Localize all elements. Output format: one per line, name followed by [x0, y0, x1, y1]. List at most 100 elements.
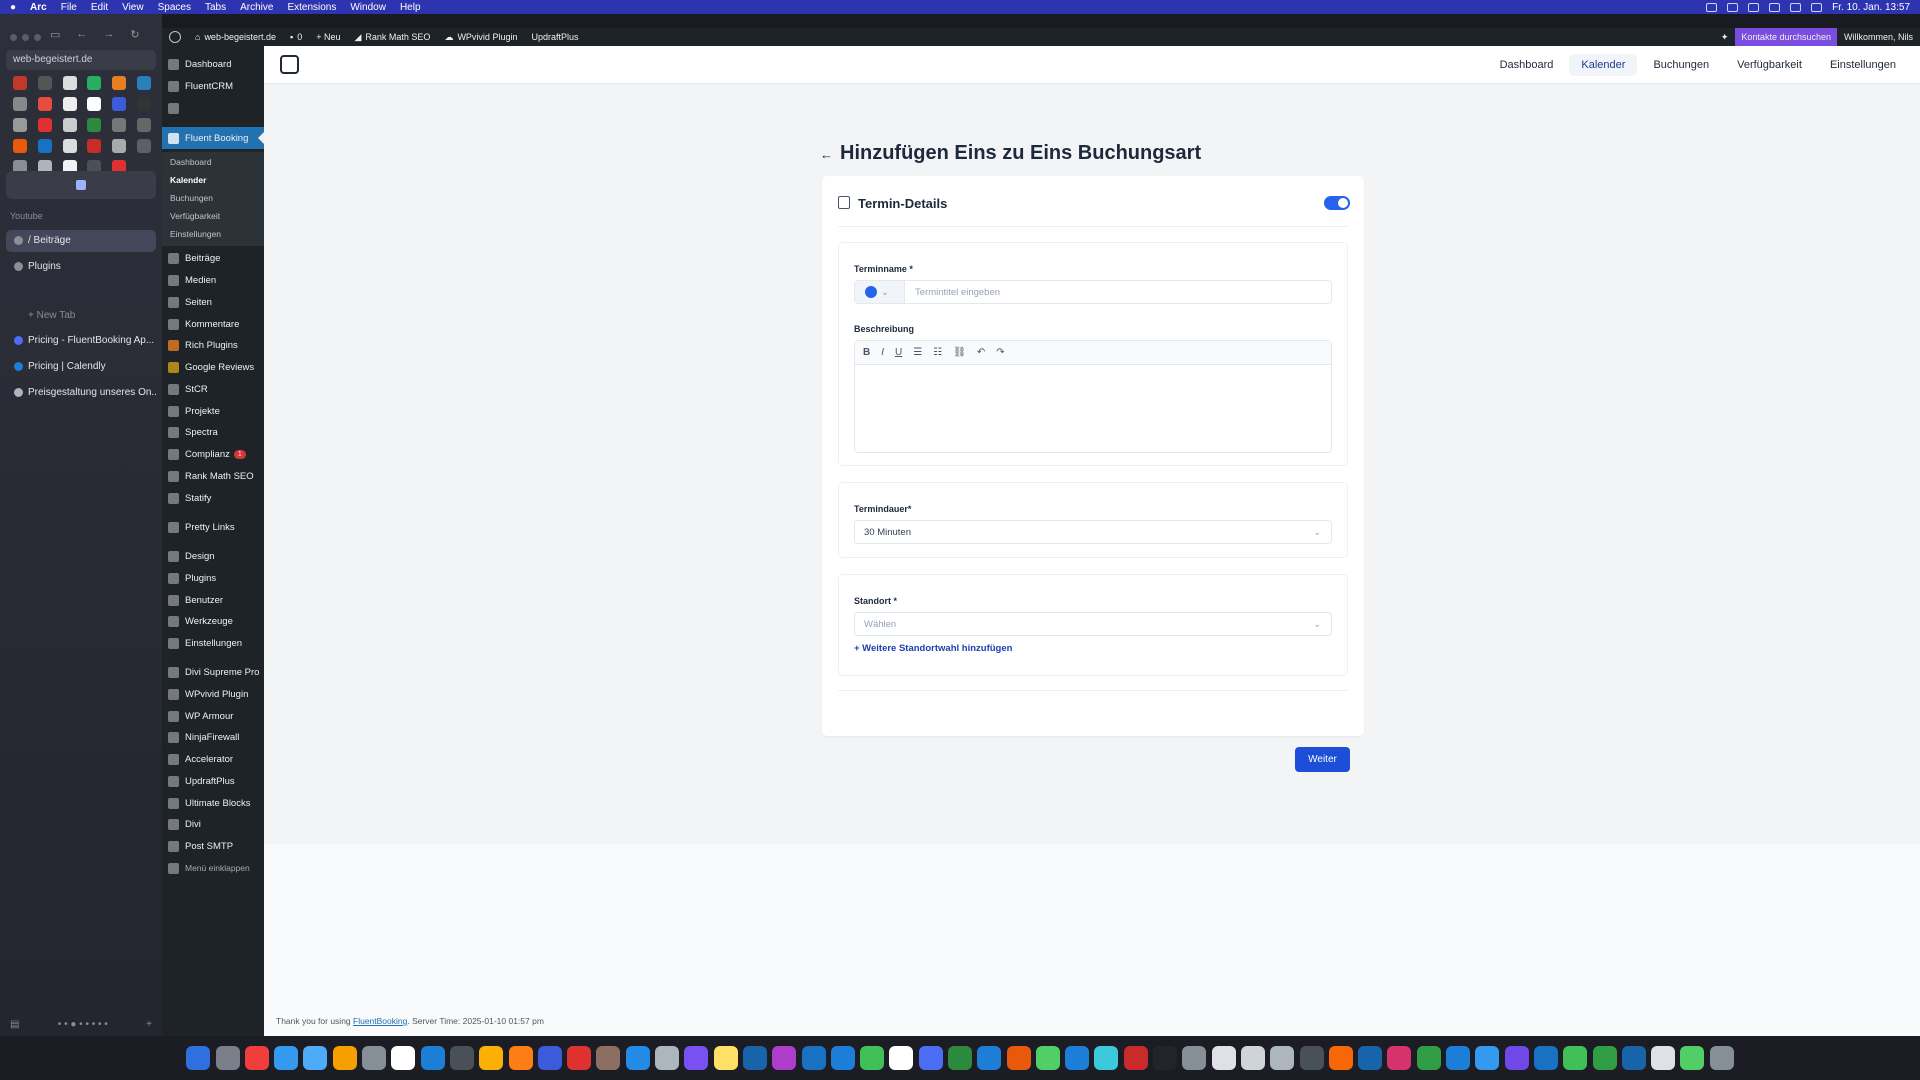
app-icon[interactable] [1065, 1046, 1090, 1070]
appstore-icon[interactable] [830, 1046, 855, 1070]
spotify-icon[interactable] [1592, 1046, 1617, 1070]
menu-complianz[interactable]: Complianz 1 [162, 445, 264, 463]
nav-buchungen[interactable]: Buchungen [1641, 54, 1721, 76]
nav-kalender[interactable]: Kalender [1569, 54, 1638, 76]
favicon-icon[interactable] [87, 97, 102, 111]
illustrator-icon[interactable] [1328, 1046, 1353, 1070]
status-icon[interactable] [1727, 2, 1739, 12]
menu-divi-icon[interactable] [162, 99, 264, 117]
menu-plugins[interactable]: Plugins [162, 569, 264, 587]
app-icon[interactable] [332, 1046, 357, 1070]
menu-beitraege[interactable]: Beiträge [162, 249, 264, 267]
app-icon[interactable] [1153, 1046, 1178, 1070]
app-icon[interactable] [860, 1046, 885, 1070]
next-button[interactable]: Weiter [1295, 747, 1350, 772]
sparkle-icon[interactable]: ✦ [1714, 32, 1736, 43]
menu-updraftplus[interactable]: UpdraftPlus [162, 772, 264, 790]
submenu-buchungen[interactable]: Buchungen [170, 193, 213, 203]
menu-help[interactable]: Help [400, 2, 421, 13]
app-icon[interactable] [1211, 1046, 1236, 1070]
favicon-icon[interactable] [13, 76, 28, 90]
favicon-icon[interactable] [13, 97, 28, 111]
sidebar-toggle-icon[interactable]: ▭ [50, 28, 60, 41]
app-icon[interactable] [1182, 1046, 1207, 1070]
favicon-icon[interactable] [111, 97, 126, 111]
tab-preisgestaltung[interactable]: Preisgestaltung unseres On... [6, 382, 156, 404]
app-icon[interactable] [1533, 1046, 1558, 1070]
comments-link[interactable]: ▪ 0 [283, 32, 309, 42]
nav-verfuegbarkeit[interactable]: Verfügbarkeit [1725, 54, 1814, 76]
nav-dashboard[interactable]: Dashboard [1488, 54, 1566, 76]
bullet-list-icon[interactable]: ☰ [913, 347, 922, 358]
safari-icon[interactable] [420, 1046, 445, 1070]
favicon-icon[interactable] [111, 118, 126, 132]
menu-window[interactable]: Window [350, 2, 386, 13]
updraft-link[interactable]: UpdraftPlus [524, 32, 585, 42]
favicon-icon[interactable] [37, 97, 52, 111]
menu-google-reviews[interactable]: Google Reviews [162, 358, 264, 376]
messages-icon[interactable] [1035, 1046, 1060, 1070]
menu-spectra[interactable]: Spectra [162, 423, 264, 441]
favicon-icon[interactable] [111, 76, 126, 90]
forward-arrow-icon[interactable]: → [103, 28, 114, 41]
favicon-icon[interactable] [87, 118, 102, 132]
menu-einstellungen[interactable]: Einstellungen [162, 634, 264, 652]
numbers-icon[interactable] [1416, 1046, 1441, 1070]
tab-beitraege[interactable]: / Beiträge [6, 230, 156, 252]
numbered-list-icon[interactable]: ☷ [933, 347, 942, 358]
favicon-icon[interactable] [87, 76, 102, 90]
app-icon[interactable] [1240, 1046, 1265, 1070]
menu-ninjafirewall[interactable]: NinjaFirewall [162, 728, 264, 746]
app-icon[interactable] [918, 1046, 943, 1070]
finder-icon[interactable] [186, 1046, 211, 1070]
name-input[interactable]: ⌄ Termintitel eingeben [854, 280, 1332, 304]
app-icon[interactable] [625, 1046, 650, 1070]
app-icon[interactable] [274, 1046, 299, 1070]
menu-pretty-links[interactable]: Pretty Links [162, 518, 264, 536]
new-content-link[interactable]: + Neu [309, 32, 347, 42]
favicon-icon[interactable] [136, 97, 151, 111]
welcome-user[interactable]: Willkommen, Nils [1837, 32, 1920, 42]
photoshop-icon[interactable] [1621, 1046, 1646, 1070]
favicon-icon[interactable] [62, 118, 77, 132]
mail-icon[interactable] [303, 1046, 328, 1070]
calendar-icon[interactable] [391, 1046, 416, 1070]
favicon-icon[interactable] [136, 118, 151, 132]
tab-pricing-fluentbooking[interactable]: Pricing - FluentBooking Ap... [6, 330, 156, 352]
submenu-kalender[interactable]: Kalender [170, 175, 206, 185]
favicon-icon[interactable] [37, 139, 52, 153]
submenu-einstellungen[interactable]: Einstellungen [170, 229, 221, 239]
chrome-icon[interactable] [479, 1046, 504, 1070]
fluentbooking-link[interactable]: FluentBooking [353, 1016, 407, 1026]
menu-rankmath[interactable]: Rank Math SEO [162, 467, 264, 485]
menu-app[interactable]: Arc [30, 2, 47, 13]
minimize-icon[interactable] [22, 34, 29, 41]
app-icon[interactable] [537, 1046, 562, 1070]
duration-select[interactable]: 30 Minuten ⌄ [854, 520, 1332, 544]
apple-icon[interactable]: ● [10, 2, 16, 13]
italic-icon[interactable]: I [881, 347, 884, 358]
favicon-icon[interactable] [13, 118, 28, 132]
reload-icon[interactable]: ↻ [130, 28, 139, 41]
favicon-icon[interactable] [87, 139, 102, 153]
search-icon[interactable] [1811, 2, 1823, 12]
description-editor[interactable]: B I U ☰ ☷ ⛓ ↶ ↷ [854, 340, 1332, 453]
menu-werkzeuge[interactable]: Werkzeuge [162, 612, 264, 630]
bold-icon[interactable]: B [863, 347, 870, 358]
word-icon[interactable] [1446, 1046, 1471, 1070]
wifi-icon[interactable] [1790, 2, 1802, 12]
menu-design[interactable]: Design [162, 547, 264, 565]
clock[interactable]: Fr. 10. Jan. 13:57 [1832, 2, 1910, 13]
menu-post-smtp[interactable]: Post SMTP [162, 837, 264, 855]
submenu-verfuegbarkeit[interactable]: Verfügbarkeit [170, 211, 220, 221]
menu-seiten[interactable]: Seiten [162, 293, 264, 311]
menu-file[interactable]: File [61, 2, 77, 13]
menu-spaces[interactable]: Spaces [158, 2, 191, 13]
menu-archive[interactable]: Archive [240, 2, 273, 13]
menu-collapse[interactable]: Menü einklappen [162, 859, 264, 877]
menu-statify[interactable]: Statify [162, 489, 264, 507]
menu-benutzer[interactable]: Benutzer [162, 591, 264, 609]
menu-medien[interactable]: Medien [162, 271, 264, 289]
calculator-icon[interactable] [655, 1046, 680, 1070]
maximize-icon[interactable] [34, 34, 41, 41]
